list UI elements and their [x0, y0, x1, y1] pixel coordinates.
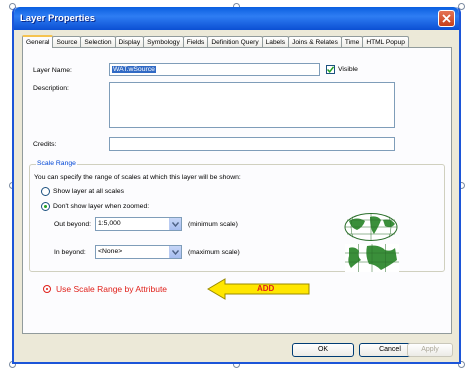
close-icon: [442, 14, 451, 23]
out-beyond-hint: (minimum scale): [188, 221, 238, 228]
scale-range-attribute-annotation: Use Scale Range by Attribute: [43, 284, 167, 294]
layer-name-input[interactable]: WAT.wSource: [109, 63, 320, 76]
in-beyond-hint: (maximum scale): [188, 249, 240, 256]
chevron-down-icon: [172, 221, 179, 227]
out-beyond-value: 1:5,000: [98, 220, 121, 227]
credits-label: Credits:: [33, 141, 57, 148]
globe-map-icon: [344, 213, 398, 241]
layer-properties-dialog: Layer Properties General Source Selectio…: [12, 7, 461, 364]
scale-range-intro: You can specify the range of scales at w…: [34, 174, 241, 181]
chevron-down-icon: [172, 249, 179, 255]
tab-general[interactable]: General: [22, 35, 54, 48]
layer-name-value: WAT.wSource: [112, 66, 156, 73]
ok-button[interactable]: OK: [292, 343, 354, 357]
scale-range-legend: Scale Range: [36, 160, 77, 167]
layer-name-label: Layer Name:: [33, 67, 72, 74]
show-all-scales-label: Show layer at all scales: [53, 188, 125, 195]
in-beyond-dropdown-button[interactable]: [169, 246, 181, 258]
out-beyond-dropdown-button[interactable]: [169, 218, 181, 230]
window-title: Layer Properties: [20, 13, 95, 24]
radio-annotation-icon: [43, 285, 51, 293]
in-beyond-combo[interactable]: <None>: [95, 245, 182, 259]
out-beyond-label: Out beyond:: [54, 221, 92, 228]
description-label: Description:: [33, 85, 69, 92]
out-beyond-combo[interactable]: 1:5,000: [95, 217, 182, 231]
dont-show-zoomed-radio[interactable]: [41, 202, 50, 211]
show-all-scales-radio[interactable]: [41, 187, 50, 196]
scale-range-group: Scale Range You can specify the range of…: [29, 160, 445, 272]
description-textarea[interactable]: [109, 82, 395, 128]
in-beyond-label: In beyond:: [54, 249, 86, 256]
apply-button[interactable]: Apply: [407, 343, 453, 357]
close-button[interactable]: [438, 10, 455, 27]
checkmark-icon: [327, 66, 334, 73]
detailed-map-icon: [345, 244, 399, 272]
credits-input[interactable]: [109, 137, 395, 151]
annotation-text: Use Scale Range by Attribute: [56, 284, 168, 294]
visible-label: Visible: [338, 66, 358, 73]
add-arrow-label: ADD: [257, 284, 275, 293]
visible-checkbox[interactable]: [326, 65, 335, 74]
title-bar: Layer Properties: [14, 7, 459, 30]
dont-show-zoomed-label: Don't show layer when zoomed:: [53, 203, 150, 210]
in-beyond-value: <None>: [98, 248, 123, 255]
general-panel: Layer Name: WAT.wSource Visible Descript…: [22, 47, 452, 334]
